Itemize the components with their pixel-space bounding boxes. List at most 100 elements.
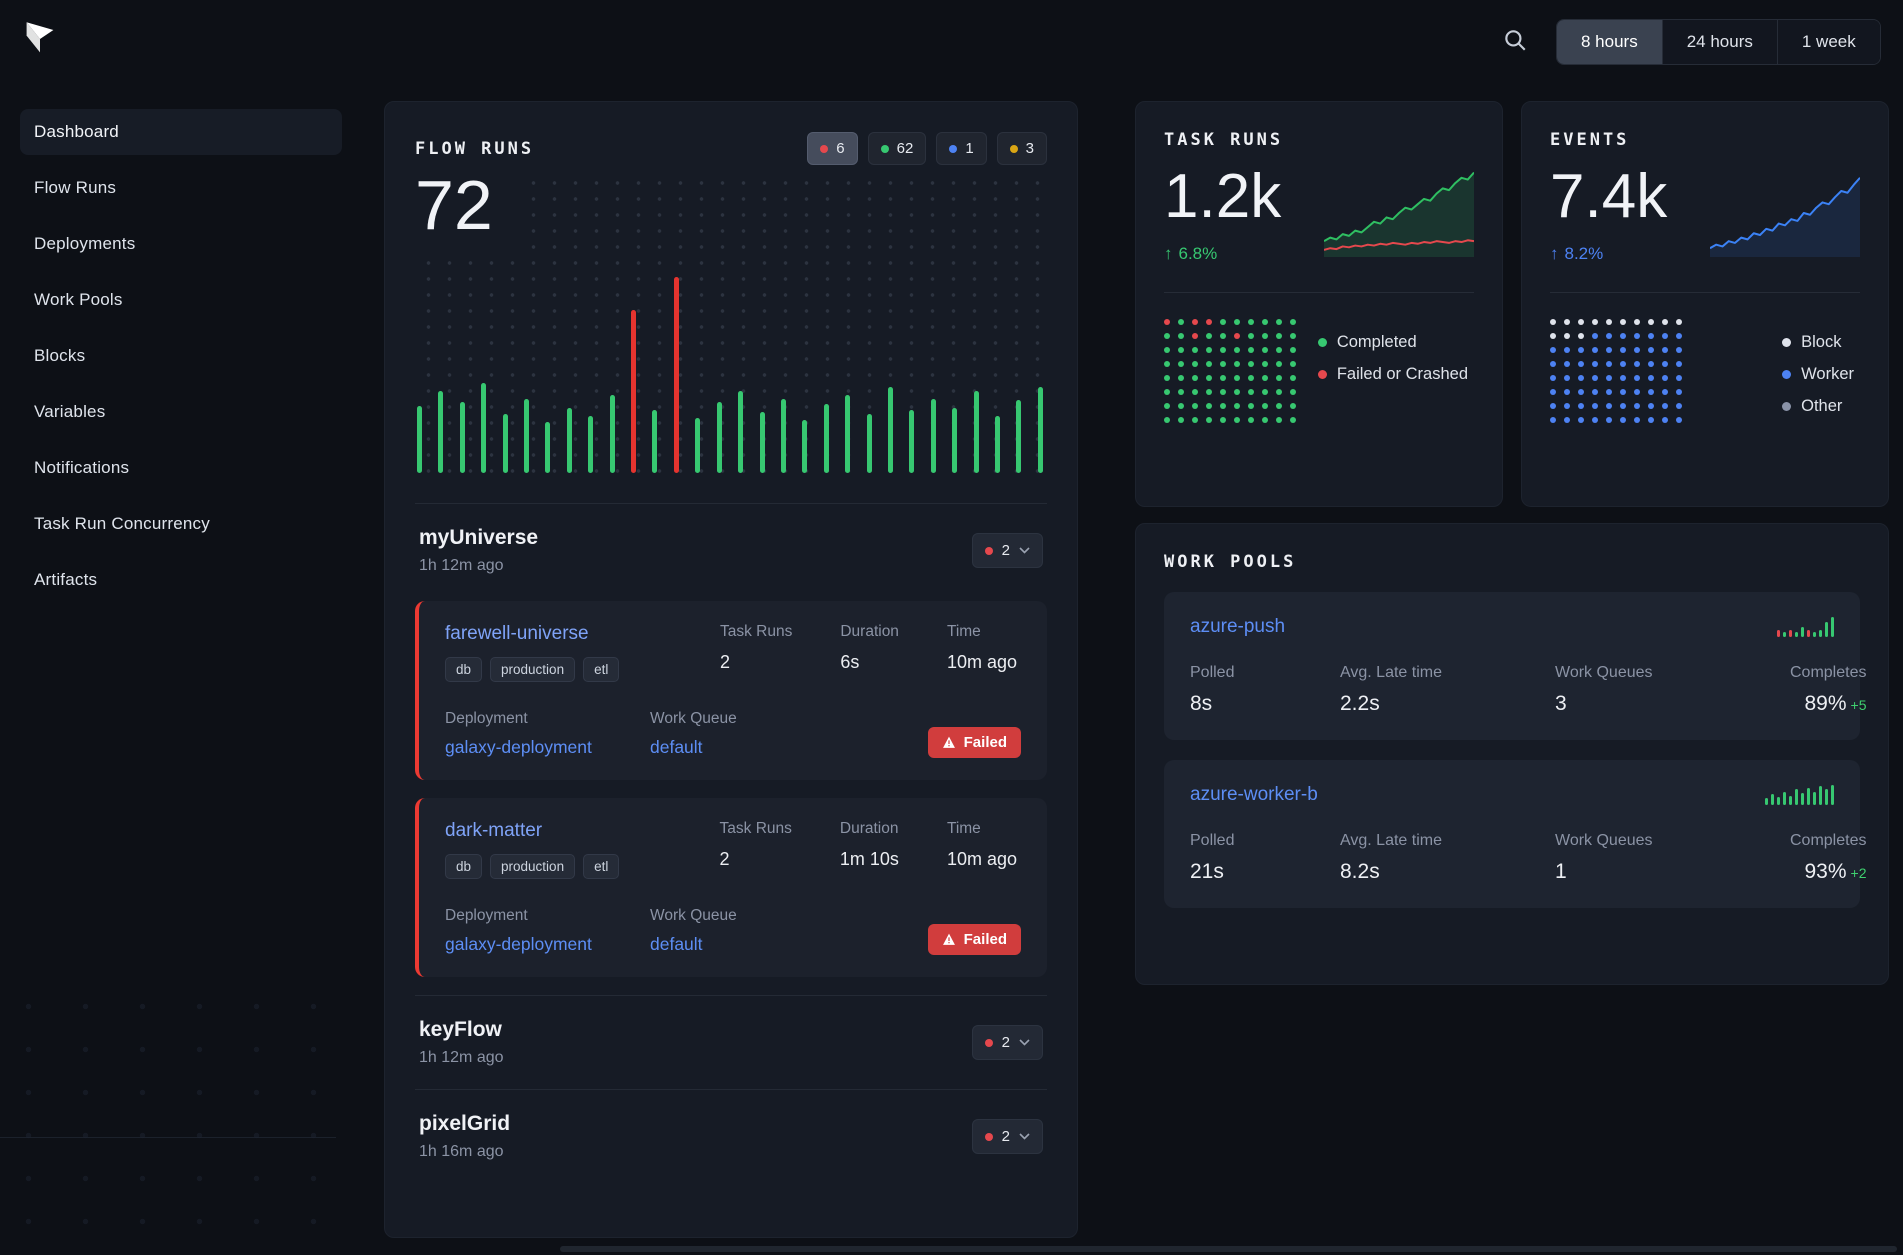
- group-name: myUniverse: [419, 526, 538, 550]
- tag-etl[interactable]: etl: [583, 657, 619, 682]
- group-count-toggle[interactable]: 2: [972, 533, 1043, 568]
- group-name: keyFlow: [419, 1018, 504, 1042]
- state-badge-failed[interactable]: 6: [807, 132, 857, 165]
- group-count-toggle[interactable]: 2: [972, 1025, 1043, 1060]
- stat-label: Task Runs: [720, 623, 792, 641]
- panel-divider: [1164, 292, 1474, 293]
- time-range-24-hours[interactable]: 24 hours: [1663, 20, 1778, 64]
- arrow-up-icon: ↑: [1164, 244, 1173, 264]
- events-trend-chart: [1710, 169, 1860, 257]
- work-pool-name-link[interactable]: azure-worker-b: [1190, 784, 1318, 806]
- warning-triangle-icon: [942, 933, 956, 946]
- flow-group-pixelgrid[interactable]: pixelGrid 1h 16m ago 2: [415, 1089, 1047, 1183]
- status-badge-failed: Failed: [928, 727, 1021, 758]
- task-runs-legend: Completed Failed or Crashed: [1318, 333, 1468, 384]
- chevron-down-icon: [1019, 1133, 1030, 1140]
- status-badge-failed: Failed: [928, 924, 1021, 955]
- prefect-logo[interactable]: [22, 20, 58, 58]
- events-value: 7.4k: [1550, 166, 1667, 228]
- search-button[interactable]: [1498, 24, 1532, 58]
- legend-item-worker: Worker: [1782, 365, 1854, 384]
- group-time: 1h 16m ago: [419, 1143, 510, 1161]
- stat-label: Deployment: [445, 710, 650, 728]
- run-name-link[interactable]: dark-matter: [445, 820, 542, 841]
- flow-group-list: myUniverse 1h 12m ago 2 farewell-univers…: [415, 503, 1047, 1183]
- completed-dot-icon: [1318, 338, 1327, 347]
- time-range-1-week[interactable]: 1 week: [1778, 20, 1880, 64]
- sidebar-item-work-pools[interactable]: Work Pools: [20, 277, 342, 323]
- time-range-8-hours[interactable]: 8 hours: [1557, 20, 1663, 64]
- chevron-down-icon: [1019, 1039, 1030, 1046]
- horizontal-scrollbar[interactable]: [560, 1246, 1897, 1252]
- block-dot-icon: [1782, 338, 1791, 347]
- failed-dot-icon: [985, 547, 993, 555]
- flow-runs-bar-chart[interactable]: [417, 277, 1043, 473]
- flow-runs-total: 72: [415, 169, 521, 257]
- chevron-down-icon: [1019, 547, 1030, 554]
- deployment-link[interactable]: galaxy-deployment: [445, 737, 592, 758]
- sidebar-nav: Dashboard Flow Runs Deployments Work Poo…: [0, 104, 362, 608]
- task-runs-panel: TASK RUNS 1.2k ↑ 6.8% Completed Failed o…: [1135, 101, 1503, 507]
- tag-production[interactable]: production: [490, 657, 575, 682]
- flow-group-myuniverse[interactable]: myUniverse 1h 12m ago 2: [415, 503, 1047, 597]
- run-tags: db production etl: [445, 854, 619, 879]
- stat-label: Work Queue: [650, 710, 855, 728]
- duration-stat: Duration 6s: [840, 623, 899, 682]
- work-pools-panel: WORK POOLS azure-push Polled 8s Avg. Lat…: [1135, 523, 1889, 985]
- state-badge-running[interactable]: 1: [936, 132, 986, 165]
- tag-etl[interactable]: etl: [583, 854, 619, 879]
- work-pool-sparkline: [1777, 617, 1834, 637]
- events-panel: EVENTS 7.4k ↑ 8.2% Block Worker Other: [1521, 101, 1889, 507]
- run-name-link[interactable]: farewell-universe: [445, 623, 589, 644]
- stat-label: Work Queue: [650, 907, 855, 925]
- events-dot-grid: [1550, 319, 1682, 423]
- time-range-selector: 8 hours 24 hours 1 week: [1556, 19, 1881, 65]
- sidebar-item-task-run-concurrency[interactable]: Task Run Concurrency: [20, 501, 342, 547]
- completes-delta: +2: [1851, 865, 1867, 881]
- stat-label: Deployment: [445, 907, 650, 925]
- work-queue-link[interactable]: default: [650, 934, 703, 955]
- polled-stat: Polled 8s: [1190, 664, 1340, 716]
- run-tags: db production etl: [445, 657, 619, 682]
- flow-runs-panel: FLOW RUNS 6 62 1 3 72: [384, 101, 1078, 1238]
- background-dots-decoration: [0, 985, 350, 1255]
- arrow-up-icon: ↑: [1550, 244, 1559, 264]
- group-run-count: 2: [1002, 542, 1010, 559]
- state-badge-late[interactable]: 3: [997, 132, 1047, 165]
- work-queue-link[interactable]: default: [650, 737, 703, 758]
- state-badge-completed[interactable]: 62: [868, 132, 927, 165]
- stat-value: 6s: [840, 652, 899, 673]
- failed-dot-icon: [985, 1039, 993, 1047]
- sidebar-item-deployments[interactable]: Deployments: [20, 221, 342, 267]
- tag-db[interactable]: db: [445, 854, 482, 879]
- work-queues-stat: Work Queues 1: [1555, 832, 1790, 884]
- task-runs-trend-chart: [1324, 169, 1474, 257]
- legend-item-completed: Completed: [1318, 333, 1468, 352]
- status-text: Failed: [964, 734, 1007, 751]
- group-run-count: 2: [1002, 1128, 1010, 1145]
- flow-run-card-farewell-universe: farewell-universe db production etl Task…: [415, 601, 1047, 780]
- deployment-link[interactable]: galaxy-deployment: [445, 934, 592, 955]
- sidebar-item-dashboard[interactable]: Dashboard: [20, 109, 342, 155]
- group-count-toggle[interactable]: 2: [972, 1119, 1043, 1154]
- sidebar-item-notifications[interactable]: Notifications: [20, 445, 342, 491]
- stat-label: Duration: [840, 820, 899, 838]
- flow-group-keyflow[interactable]: keyFlow 1h 12m ago 2: [415, 995, 1047, 1089]
- work-pool-name-link[interactable]: azure-push: [1190, 616, 1285, 638]
- polled-stat: Polled 21s: [1190, 832, 1340, 884]
- sidebar-item-blocks[interactable]: Blocks: [20, 333, 342, 379]
- sidebar-item-flow-runs[interactable]: Flow Runs: [20, 165, 342, 211]
- task-runs-delta: ↑ 6.8%: [1164, 244, 1281, 264]
- sidebar-item-artifacts[interactable]: Artifacts: [20, 557, 342, 603]
- late-dot-icon: [1010, 145, 1018, 153]
- legend-item-other: Other: [1782, 397, 1854, 416]
- tag-db[interactable]: db: [445, 657, 482, 682]
- panel-divider: [1550, 292, 1860, 293]
- tag-production[interactable]: production: [490, 854, 575, 879]
- sidebar-item-variables[interactable]: Variables: [20, 389, 342, 435]
- running-dot-icon: [949, 145, 957, 153]
- completed-count: 62: [897, 140, 914, 157]
- events-title: EVENTS: [1550, 130, 1860, 150]
- stat-value: 10m ago: [947, 652, 1017, 673]
- running-count: 1: [965, 140, 973, 157]
